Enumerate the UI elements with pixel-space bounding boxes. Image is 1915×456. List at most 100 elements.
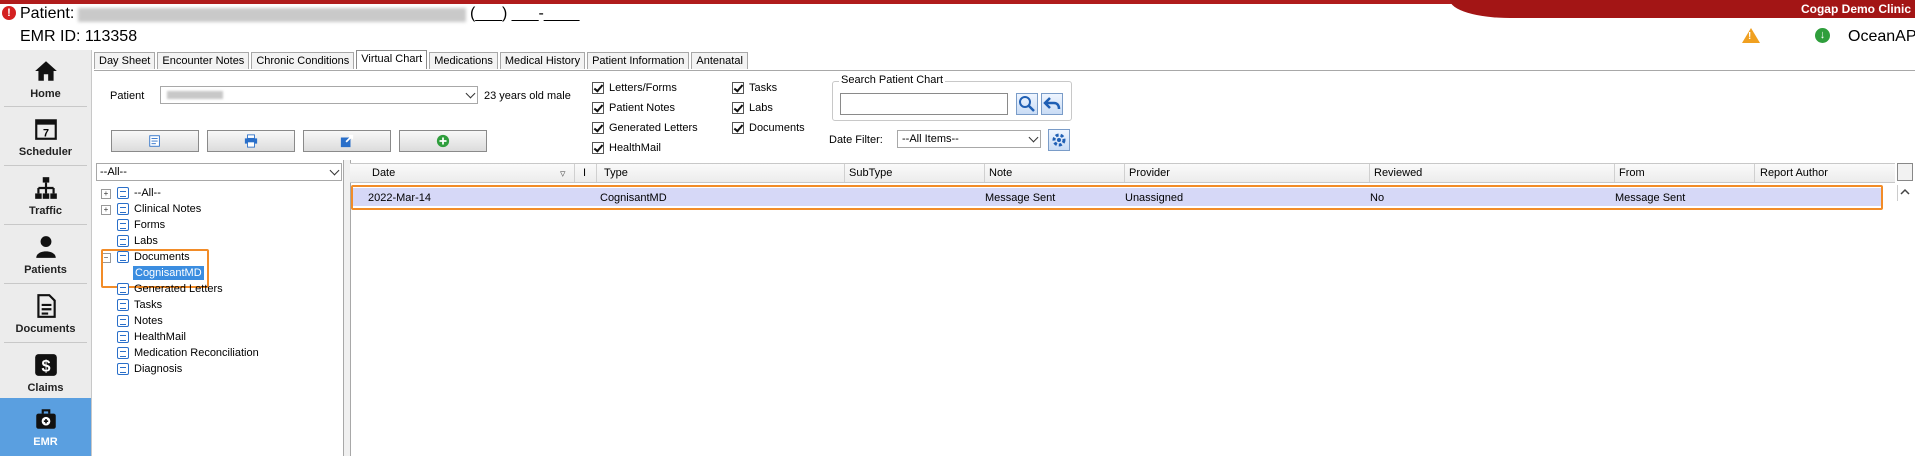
nav-claims-label: Claims xyxy=(27,382,64,394)
nav-home[interactable]: Home xyxy=(0,50,91,106)
patient-select-redacted xyxy=(167,91,223,99)
col-reviewed[interactable]: Reviewed xyxy=(1374,167,1422,179)
tree-item-tasks[interactable]: Tasks xyxy=(117,299,162,311)
search-chart-legend: Search Patient Chart xyxy=(839,74,946,86)
tree-item-all[interactable]: --All-- xyxy=(117,187,161,199)
col-report-author[interactable]: Report Author xyxy=(1760,167,1828,179)
scroll-up-icon[interactable] xyxy=(1897,185,1913,201)
nav-home-label: Home xyxy=(30,88,61,100)
checkbox-labs[interactable]: Labs xyxy=(732,102,773,114)
person-icon xyxy=(35,236,56,258)
clinic-name: Cogap Demo Clinic xyxy=(1800,2,1911,16)
tree-filter-value: --All-- xyxy=(100,166,127,178)
checkbox-documents[interactable]: Documents xyxy=(732,122,805,134)
tree-item-generated-letters[interactable]: Generated Letters xyxy=(117,283,223,295)
gear-icon xyxy=(1052,133,1066,147)
col-date[interactable]: Date xyxy=(372,167,395,179)
patient-age: 23 years old male xyxy=(484,90,571,102)
notes-list-button[interactable] xyxy=(111,130,199,152)
printer-icon xyxy=(117,283,129,295)
notes-icon xyxy=(117,203,129,215)
checkbox-generated-letters[interactable]: Generated Letters xyxy=(592,122,698,134)
tab-medications[interactable]: Medications xyxy=(429,52,498,69)
checkbox-patient-notes[interactable]: Patient Notes xyxy=(592,102,675,114)
add-button[interactable] xyxy=(399,130,487,152)
checkbox-letters-forms[interactable]: Letters/Forms xyxy=(592,82,677,94)
tree-item-all-label: --All-- xyxy=(134,187,161,199)
tree-item-clinical-notes-label: Clinical Notes xyxy=(134,203,202,215)
tree-filter-select[interactable]: --All-- xyxy=(96,163,342,181)
nav-scheduler[interactable]: 7 Scheduler xyxy=(0,108,91,164)
tab-patient-information[interactable]: Patient Information xyxy=(587,52,690,69)
nav-emr-label: EMR xyxy=(33,436,58,448)
traffic-icon xyxy=(34,177,57,199)
nav-documents-label: Documents xyxy=(15,323,76,335)
folder-icon xyxy=(117,187,129,199)
mail-icon xyxy=(117,331,129,343)
checkbox-tasks-label: Tasks xyxy=(749,82,778,94)
col-note[interactable]: Note xyxy=(989,167,1012,179)
col-i[interactable]: I xyxy=(583,167,586,179)
external-link-icon xyxy=(340,134,354,148)
note-icon xyxy=(117,315,129,327)
search-input[interactable] xyxy=(840,93,1008,115)
nav-patients[interactable]: Patients xyxy=(0,226,91,282)
tab-chronic-conditions[interactable]: Chronic Conditions xyxy=(251,52,355,69)
emr-tabs: Day Sheet Encounter Notes Chronic Condit… xyxy=(94,50,750,70)
col-provider[interactable]: Provider xyxy=(1129,167,1170,179)
tree-item-medication-reconciliation-label: Medication Reconciliation xyxy=(134,347,259,359)
tab-day-sheet[interactable]: Day Sheet xyxy=(94,52,156,69)
tab-underline xyxy=(94,70,1915,71)
document-icon xyxy=(36,294,56,318)
ocean-api-label[interactable]: OceanAPI xyxy=(1848,28,1915,46)
left-nav: Home 7 Scheduler Traffic Patients Docume… xyxy=(0,50,92,456)
filter-settings-button[interactable] xyxy=(1048,129,1070,151)
tree-item-diagnosis[interactable]: Diagnosis xyxy=(117,363,182,375)
chevron-down-icon xyxy=(1028,132,1039,143)
patient-select[interactable] xyxy=(160,86,478,104)
tree-item-tasks-label: Tasks xyxy=(134,299,163,311)
checkbox-healthmail[interactable]: HealthMail xyxy=(592,142,661,154)
tab-virtual-chart[interactable]: Virtual Chart xyxy=(356,50,428,69)
download-icon[interactable]: ↓ xyxy=(1815,28,1830,43)
alert-icon[interactable]: ! xyxy=(2,6,16,20)
expand-all-icon[interactable]: + xyxy=(101,189,111,199)
expand-clinical-notes-icon[interactable]: + xyxy=(101,205,111,215)
nav-emr[interactable]: EMR xyxy=(0,398,91,456)
col-from[interactable]: From xyxy=(1619,167,1645,179)
col-subtype[interactable]: SubType xyxy=(849,167,892,179)
date-filter-select[interactable]: --All Items-- xyxy=(897,130,1041,148)
col-type[interactable]: Type xyxy=(604,167,628,179)
tree-item-notes[interactable]: Notes xyxy=(117,315,163,327)
nav-claims[interactable]: $ Claims xyxy=(0,344,91,400)
checkbox-tasks[interactable]: Tasks xyxy=(732,82,777,94)
search-icon xyxy=(1019,96,1035,112)
nav-traffic[interactable]: Traffic xyxy=(0,167,91,223)
clinic-banner: Cogap Demo Clinic xyxy=(1450,0,1915,18)
search-button[interactable] xyxy=(1016,93,1038,115)
tab-medical-history[interactable]: Medical History xyxy=(499,52,586,69)
tab-encounter-notes[interactable]: Encounter Notes xyxy=(157,52,250,69)
checkbox-documents-label: Documents xyxy=(749,122,805,134)
open-external-button[interactable] xyxy=(303,130,391,152)
warning-icon[interactable]: ! xyxy=(1742,28,1760,43)
column-chooser-icon[interactable] xyxy=(1897,163,1913,181)
date-filter-value: --All Items-- xyxy=(902,133,959,145)
tree-item-medication-reconciliation[interactable]: Medication Reconciliation xyxy=(117,347,259,359)
tree-item-labs[interactable]: Labs xyxy=(117,235,158,247)
chevron-down-icon xyxy=(329,165,340,176)
checkbox-healthmail-label: HealthMail xyxy=(609,142,661,154)
chevron-down-icon xyxy=(465,88,476,99)
nav-documents[interactable]: Documents xyxy=(0,285,91,341)
print-button[interactable] xyxy=(207,130,295,152)
undo-search-button[interactable] xyxy=(1041,93,1063,115)
tree-item-clinical-notes[interactable]: Clinical Notes xyxy=(117,203,201,215)
clipboard-icon xyxy=(117,347,129,359)
emr-id: EMR ID: 113358 xyxy=(20,28,138,45)
plus-circle-icon xyxy=(436,134,450,148)
tree-item-healthmail[interactable]: HealthMail xyxy=(117,331,186,343)
nav-traffic-label: Traffic xyxy=(28,205,62,217)
dollar-icon: $ xyxy=(34,354,57,376)
tab-antenatal[interactable]: Antenatal xyxy=(691,52,748,69)
tree-item-forms[interactable]: Forms xyxy=(117,219,165,231)
